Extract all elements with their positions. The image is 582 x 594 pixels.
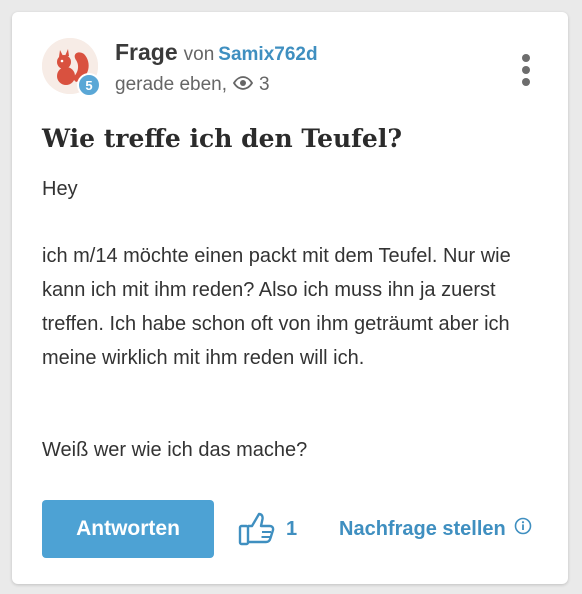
nachfrage-button[interactable]: Nachfrage stellen (339, 517, 532, 541)
von-label: von (183, 44, 215, 65)
info-icon (514, 517, 532, 541)
timestamp: gerade eben, (115, 74, 227, 95)
post-meta-header: Frage von Samix762d (115, 39, 318, 66)
thumbs-up-icon (238, 512, 275, 546)
question-paragraph: Hey (42, 178, 78, 200)
like-count: 1 (286, 517, 298, 540)
user-level-badge: 5 (77, 73, 101, 97)
more-vertical-icon[interactable] (517, 52, 537, 88)
question-paragraph: ich m/14 möchte einen packt mit dem Teuf… (42, 245, 511, 369)
like-button[interactable]: 1 (238, 512, 297, 546)
user-avatar[interactable]: 5 (42, 38, 101, 97)
view-count: 3 (259, 74, 270, 95)
question-title: Wie treffe ich den Teufel? (42, 124, 402, 153)
question-card: 5 Frage von Samix762d gerade eben, 3 Wie t… (12, 12, 568, 584)
nachfrage-label: Nachfrage stellen (339, 517, 506, 540)
post-type-label: Frage (115, 39, 178, 65)
post-meta-info: gerade eben, 3 (115, 74, 270, 96)
answer-button[interactable]: Antworten (42, 500, 214, 558)
username-link[interactable]: Samix762d (218, 44, 317, 65)
eye-icon (232, 74, 254, 96)
question-paragraph: Weiß wer wie ich das mache? (42, 439, 308, 461)
